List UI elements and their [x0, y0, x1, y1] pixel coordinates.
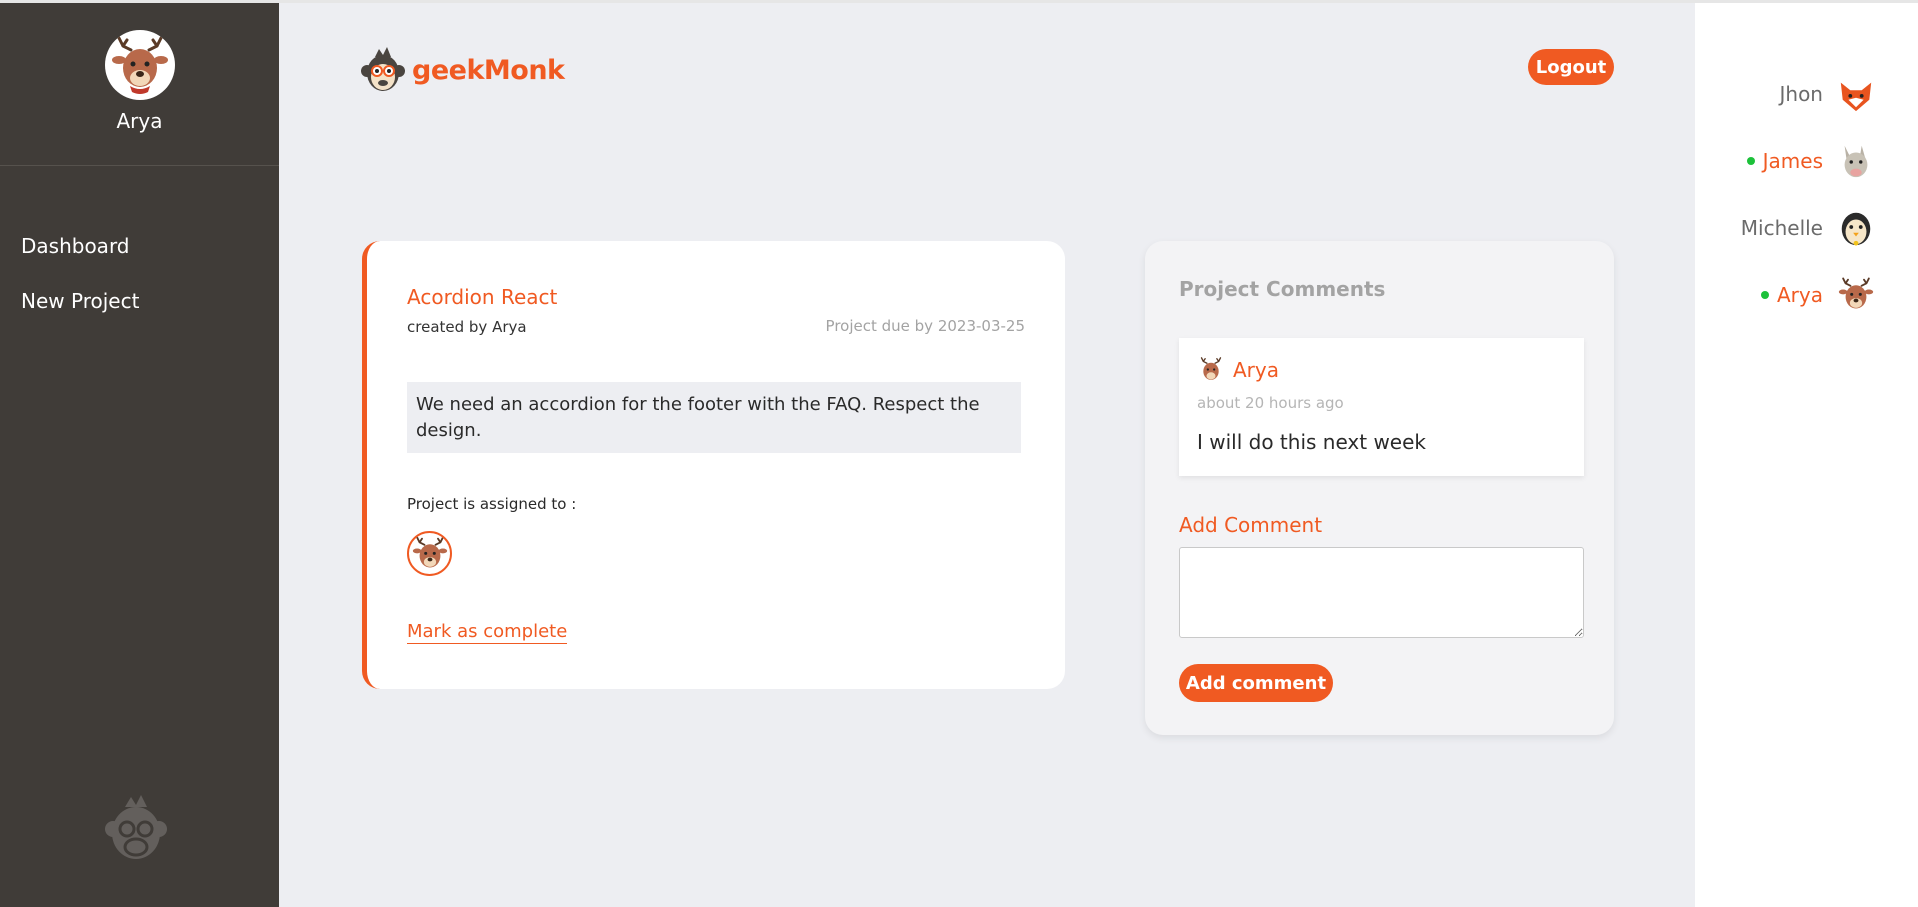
online-indicator	[1761, 291, 1769, 299]
project-card: Acordion React created by Arya Project d…	[362, 241, 1065, 689]
project-description: We need an accordion for the footer with…	[407, 382, 1021, 453]
brand-name: geekMonk	[412, 54, 565, 86]
profile-name: Arya	[116, 109, 163, 133]
comment-textarea[interactable]	[1179, 547, 1584, 638]
nav-new-project[interactable]: New Project	[0, 288, 279, 343]
user-item-michelle[interactable]: Michelle	[1741, 208, 1876, 248]
user-name: Arya	[1777, 283, 1823, 307]
dog-icon	[1836, 141, 1876, 181]
user-item-arya[interactable]: Arya	[1761, 275, 1876, 315]
logout-button[interactable]: Logout	[1528, 49, 1614, 85]
comment-item: Arya about 20 hours ago I will do this n…	[1179, 338, 1584, 476]
monkey-logo-icon	[103, 793, 169, 863]
monkey-logo-icon	[361, 47, 405, 91]
deer-icon	[412, 536, 447, 567]
fox-icon	[1836, 74, 1876, 114]
nav-dashboard[interactable]: Dashboard	[0, 233, 279, 288]
brand[interactable]: geekMonk	[361, 47, 565, 93]
project-title: Acordion React	[407, 285, 558, 309]
assignee-avatar[interactable]	[407, 531, 452, 576]
add-comment-button[interactable]: Add comment	[1179, 664, 1333, 702]
user-name: James	[1762, 149, 1823, 173]
app-root: Arya Dashboard New Project geekMonk Logo…	[0, 0, 1918, 907]
comments-panel: Project Comments Arya about 20 hours ago…	[1145, 241, 1614, 735]
penguin-icon	[1836, 208, 1876, 248]
user-name: Jhon	[1779, 82, 1824, 106]
deer-icon	[1836, 275, 1876, 315]
deer-icon	[1200, 357, 1222, 380]
comment-header: Arya	[1197, 356, 1279, 384]
user-avatar	[104, 30, 175, 100]
assigned-label: Project is assigned to :	[407, 495, 577, 513]
deer-icon	[111, 36, 168, 94]
add-comment-label: Add Comment	[1179, 513, 1323, 537]
users-panel: Jhon James Michelle Arya	[1695, 3, 1918, 907]
user-item-james[interactable]: James	[1746, 141, 1876, 181]
project-creator: created by Arya	[407, 318, 527, 336]
sidebar: Arya Dashboard New Project	[0, 3, 279, 907]
comment-time: about 20 hours ago	[1197, 394, 1344, 412]
user-name: Michelle	[1740, 216, 1823, 240]
comment-text: I will do this next week	[1197, 430, 1426, 454]
project-due-date: Project due by 2023-03-25	[825, 317, 1025, 335]
online-indicator	[1746, 157, 1755, 165]
sidebar-nav: Dashboard New Project	[0, 233, 279, 343]
user-item-jhon[interactable]: Jhon	[1780, 74, 1877, 114]
profile: Arya	[0, 3, 279, 166]
comment-author: Arya	[1233, 358, 1279, 382]
mark-complete-button[interactable]: Mark as complete	[407, 621, 568, 644]
main-content: geekMonk Logout Acordion React created b…	[279, 3, 1695, 907]
comments-title: Project Comments	[1179, 277, 1386, 301]
